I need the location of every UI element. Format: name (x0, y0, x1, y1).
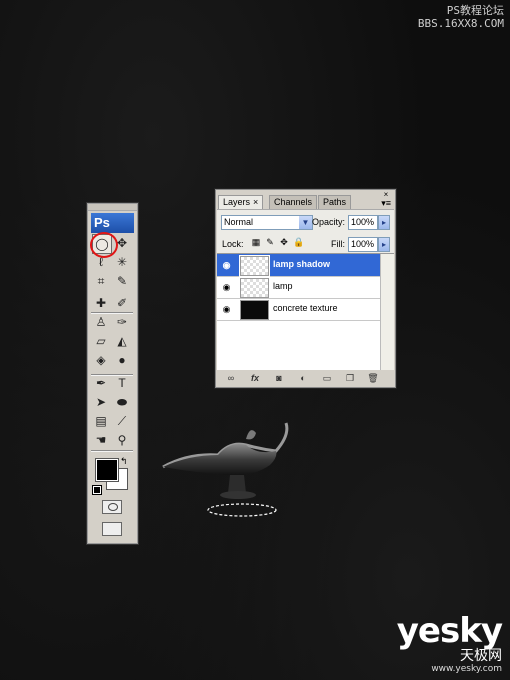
magic-lamp-image (162, 422, 289, 517)
tab-paths[interactable]: Paths (318, 195, 352, 209)
blur-icon[interactable]: ◈ (92, 351, 110, 369)
lock-transparent-icon[interactable]: ▦ (251, 237, 261, 247)
ellipse-marquee-icon[interactable]: ◯ (90, 232, 118, 258)
watermark-title: PS教程论坛 (446, 4, 504, 17)
hand-icon[interactable]: ☚ (92, 431, 110, 449)
eyedropper-icon[interactable]: ⟋ (113, 412, 131, 430)
layers-footer: ∞ fx ◙ ◐ ▭ ❐ 🗑 (217, 370, 394, 386)
lock-label: Lock: (222, 239, 244, 249)
tab-channels[interactable]: Channels (269, 195, 318, 209)
fill-slider-button[interactable]: ▸ (378, 237, 390, 252)
layer-list: ◉ lamp shadow ◉ lamp ◉ concrete texture (217, 253, 394, 374)
notes-icon[interactable]: ▤ (92, 412, 110, 430)
ps-logo[interactable]: Ps (91, 213, 134, 233)
eye-icon[interactable]: ◉ (220, 281, 233, 293)
layer-thumbnail (240, 278, 269, 298)
screen-mode-button[interactable] (102, 522, 122, 536)
foreground-color-swatch[interactable] (95, 458, 119, 482)
watermark-brand: yesky (396, 611, 503, 651)
fill-label: Fill: (331, 239, 345, 249)
tools-panel: Ps ◯ ✥ ℓ ✳ ⌗ ✎ ✚ ✐ ♙ ✑ ▱ ◭ ◈ ● ✒ T ➤ ⬬ ▤ ⟋ ☚ ⚲ ↰ (87, 203, 138, 544)
move-icon[interactable]: ✥ (113, 234, 131, 252)
stamp-icon[interactable]: ♙ (92, 313, 110, 331)
watermark-brand-url: www.yesky.com (431, 664, 502, 674)
crop-icon[interactable]: ⌗ (92, 272, 110, 290)
history-brush-icon[interactable]: ✑ (113, 313, 131, 331)
folder-icon[interactable]: ▭ (321, 372, 333, 384)
default-colors-icon[interactable] (92, 485, 102, 495)
layer-row-lamp[interactable]: ◉ lamp (217, 276, 381, 299)
layer-list-scrollbar[interactable] (380, 254, 394, 374)
lasso-icon[interactable]: ℓ (92, 253, 110, 271)
eraser-icon[interactable]: ▱ (92, 332, 110, 350)
fx-icon[interactable]: fx (249, 372, 261, 384)
tool-separator (91, 312, 133, 314)
eye-icon[interactable]: ◉ (220, 303, 233, 315)
mask-icon[interactable]: ◙ (273, 372, 285, 384)
panel-menu-icon[interactable]: ▾≡ (381, 198, 391, 209)
opacity-input[interactable]: 100% (348, 215, 378, 230)
type-icon[interactable]: T (113, 374, 131, 392)
layer-name: concrete texture (273, 303, 338, 313)
layer-name: lamp (273, 281, 293, 291)
watermark-url: BBS.16XX8.COM (417, 17, 504, 30)
dodge-icon[interactable]: ● (113, 351, 131, 369)
layer-row-lamp-shadow[interactable]: ◉ lamp shadow (217, 254, 381, 277)
paint-bucket-icon[interactable]: ◭ (113, 332, 131, 350)
layer-row-concrete-texture[interactable]: ◉ concrete texture (217, 298, 381, 321)
tab-layers[interactable]: Layers × (218, 195, 264, 210)
healing-brush-icon[interactable]: ✚ (92, 294, 110, 312)
pen-icon[interactable]: ✒ (92, 374, 110, 392)
slice-icon[interactable]: ✎ (113, 272, 131, 290)
blend-mode-select[interactable]: Normal ▼ (221, 215, 313, 230)
tab-label: Layers (223, 197, 251, 207)
top-watermark: PS教程论坛 BBS.16XX8.COM (418, 4, 504, 30)
layers-panel-body: Normal ▼ Opacity: 100% ▸ Lock: ▦ ✎ ✥ 🔒 F… (217, 209, 394, 374)
brush-icon[interactable]: ✐ (113, 294, 131, 312)
swap-colors-icon[interactable]: ↰ (120, 456, 128, 467)
new-layer-icon[interactable]: ❐ (344, 372, 356, 384)
tab-close-icon[interactable]: × (253, 197, 258, 207)
fill-input[interactable]: 100% (348, 237, 378, 252)
elliptical-selection (207, 503, 277, 517)
quick-mask-button[interactable] (102, 500, 122, 514)
path-select-icon[interactable]: ➤ (92, 393, 110, 411)
magic-wand-icon[interactable]: ✳ (113, 253, 131, 271)
ellipse-shape-icon[interactable]: ⬬ (113, 393, 131, 411)
eye-icon[interactable]: ◉ (220, 259, 233, 271)
lock-image-icon[interactable]: ✎ (265, 237, 275, 247)
yesky-watermark: yesky 天极网 www.yesky.com (396, 611, 503, 674)
blend-mode-value: Normal (224, 217, 254, 227)
tab-label: Channels (274, 197, 313, 207)
zoom-icon[interactable]: ⚲ (113, 431, 131, 449)
toolbox-grip[interactable] (88, 204, 137, 211)
tab-label: Paths (323, 197, 347, 207)
layers-panel: × Layers × Channels Paths ▾≡ Normal ▼ Opa… (215, 189, 396, 388)
chevron-down-icon[interactable]: ▼ (299, 216, 312, 229)
link-icon[interactable]: ∞ (225, 372, 237, 384)
opacity-label: Opacity: (312, 217, 346, 227)
opacity-slider-button[interactable]: ▸ (378, 215, 390, 230)
tool-separator (91, 450, 133, 452)
layer-name: lamp shadow (273, 259, 331, 269)
lock-position-icon[interactable]: ✥ (279, 237, 289, 247)
layer-thumbnail (240, 300, 269, 320)
tool-separator (91, 374, 133, 376)
lock-all-icon[interactable]: 🔒 (293, 237, 304, 247)
adjustment-icon[interactable]: ◐ (297, 372, 309, 384)
trash-icon[interactable]: 🗑 (367, 372, 379, 384)
layer-thumbnail (239, 255, 270, 277)
